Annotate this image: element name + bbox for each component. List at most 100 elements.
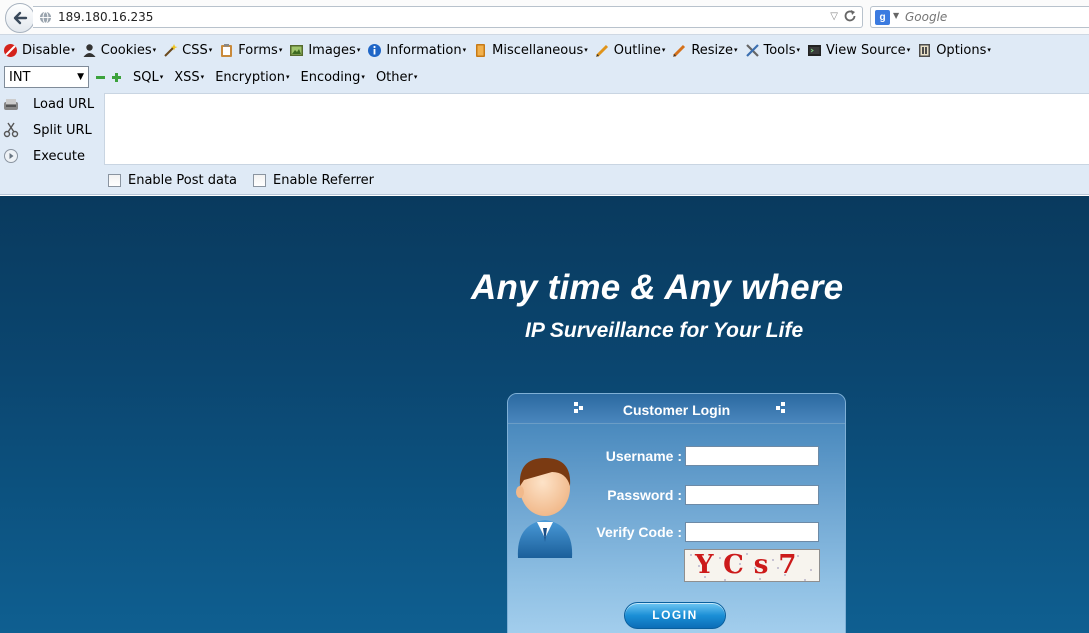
split-url-button[interactable]: Split URL [0,117,104,143]
menu-label: Resize [691,42,733,58]
enable-post-data-checkbox[interactable]: Enable Post data [108,173,237,188]
reload-icon[interactable] [843,9,857,23]
page-subheadline: IP Surveillance for Your Life [525,319,804,342]
menu-label: Forms [238,42,278,58]
user-avatar-icon [516,458,573,558]
menu-label: Miscellaneous [492,42,584,58]
menu-options[interactable]: Options ▾ [914,40,995,60]
execute-icon [4,149,18,163]
search-input[interactable] [905,9,1085,25]
page-headline: Any time & Any where [471,268,844,307]
navigation-bar: 189.180.16.235 ▽ g ▼ [0,0,1089,35]
disable-icon [4,43,17,57]
menu-images[interactable]: Images ▾ [286,40,364,60]
login-title: Customer Login [622,402,731,418]
menu-label: Information [386,42,462,58]
menu-encoding[interactable]: Encoding ▾ [301,70,365,85]
resize-icon [673,44,686,57]
login-page: Any time & Any where IP Surveillance for… [0,196,1089,633]
back-button[interactable] [5,3,35,33]
menu-view-source[interactable]: View Source ▾ [804,40,914,60]
menu-cookies[interactable]: Cookies ▾ [79,40,160,60]
forms-icon [221,43,233,57]
captcha-text: YCs7 [695,550,807,580]
information-icon [368,43,382,57]
menu-label: Options [936,42,987,58]
search-engine-dropdown-icon[interactable]: ▼ [893,11,899,20]
enable-referrer-checkbox[interactable]: Enable Referrer [253,173,374,188]
url-text[interactable]: 189.180.16.235 [58,10,153,24]
menu-label: Other [375,69,413,85]
login-panel: Customer Login Username : Password : Ver… [507,393,846,633]
menu-label: Disable [22,42,71,58]
options-icon [919,43,931,57]
password-label: Password : [607,487,682,503]
menu-css[interactable]: CSS ▾ [160,40,216,60]
type-select-value: INT [9,69,31,85]
menu-label: Cookies [100,42,152,58]
images-icon [290,44,304,56]
menu-xss[interactable]: XSS ▾ [174,70,204,85]
menu-label: Encryption [215,69,285,85]
menu-information[interactable]: Information ▾ [364,40,470,60]
checkbox-box[interactable] [253,174,267,187]
menu-miscellaneous[interactable]: Miscellaneous ▾ [470,40,592,60]
login-panel-header: Customer Login [508,394,845,424]
captcha-image[interactable]: YCs7 [684,549,820,582]
minus-icon[interactable] [96,73,105,82]
developer-toolbars: Disable ▾ Cookies ▾ CSS ▾ Forms ▾ Images ▾ In… [0,35,1089,195]
menu-label: Images [308,42,356,58]
back-arrow-icon [13,11,28,25]
menu-label: XSS [174,69,200,85]
web-developer-toolbar: Disable ▾ Cookies ▾ CSS ▾ Forms ▾ Images ▾ In… [0,40,995,60]
menu-label: Encoding [300,69,361,85]
checkbox-label: Enable Referrer [273,173,374,188]
load-url-label: Load URL [33,96,95,112]
checkbox-label: Enable Post data [128,173,238,188]
menu-label: CSS [182,42,208,58]
css-icon [164,43,178,57]
password-input[interactable] [685,485,819,505]
menu-outline[interactable]: Outline ▾ [592,40,670,60]
load-url-button[interactable]: Load URL [0,91,104,117]
menu-label: Tools [763,42,796,58]
hackbar-side-buttons: Load URL Split URL Execute [0,91,104,169]
login-button[interactable]: LOGIN [624,602,726,629]
load-url-icon [4,99,18,110]
menu-resize[interactable]: Resize ▾ [669,40,741,60]
execute-label: Execute [33,148,85,164]
menu-tools[interactable]: Tools ▾ [742,40,805,60]
execute-button[interactable]: Execute [0,143,104,169]
split-url-label: Split URL [33,122,92,138]
username-input[interactable] [685,446,819,466]
menu-other[interactable]: Other ▾ [376,70,417,85]
google-search-engine-icon[interactable]: g [875,10,890,25]
hackbar-url-textarea[interactable] [104,93,1089,165]
verify-code-input[interactable] [685,522,819,542]
type-select[interactable]: INT ▼ [4,66,89,88]
menu-sql[interactable]: SQL ▾ [133,70,163,85]
username-label: Username : [605,448,682,464]
tools-icon [745,43,759,57]
url-dropdown-icon[interactable]: ▽ [830,11,838,22]
outline-icon [595,44,608,57]
split-url-icon [3,122,19,138]
menu-disable[interactable]: Disable ▾ [0,40,79,60]
menu-label: SQL [133,69,159,85]
hackbar-options: Enable Post data Enable Referrer [108,173,390,188]
menu-label: View Source [826,42,906,58]
decorative-squares-icon [776,402,785,413]
menu-encryption[interactable]: Encryption ▾ [215,70,289,85]
miscellaneous-icon [476,43,486,57]
cookies-icon [83,43,96,57]
plus-icon[interactable] [112,72,121,82]
globe-icon [39,11,52,24]
menu-forms[interactable]: Forms ▾ [216,40,286,60]
hackbar-menu-row: INT ▼ SQL ▾ XSS ▾ Encryption ▾ Encoding ▾ Ot… [0,65,417,89]
chevron-down-icon: ▼ [77,72,84,82]
search-bar[interactable]: g ▼ [870,6,1089,28]
url-bar[interactable]: 189.180.16.235 ▽ [33,6,863,28]
view-source-icon [808,44,822,56]
checkbox-box[interactable] [108,174,121,187]
menu-label: Outline [613,42,661,58]
